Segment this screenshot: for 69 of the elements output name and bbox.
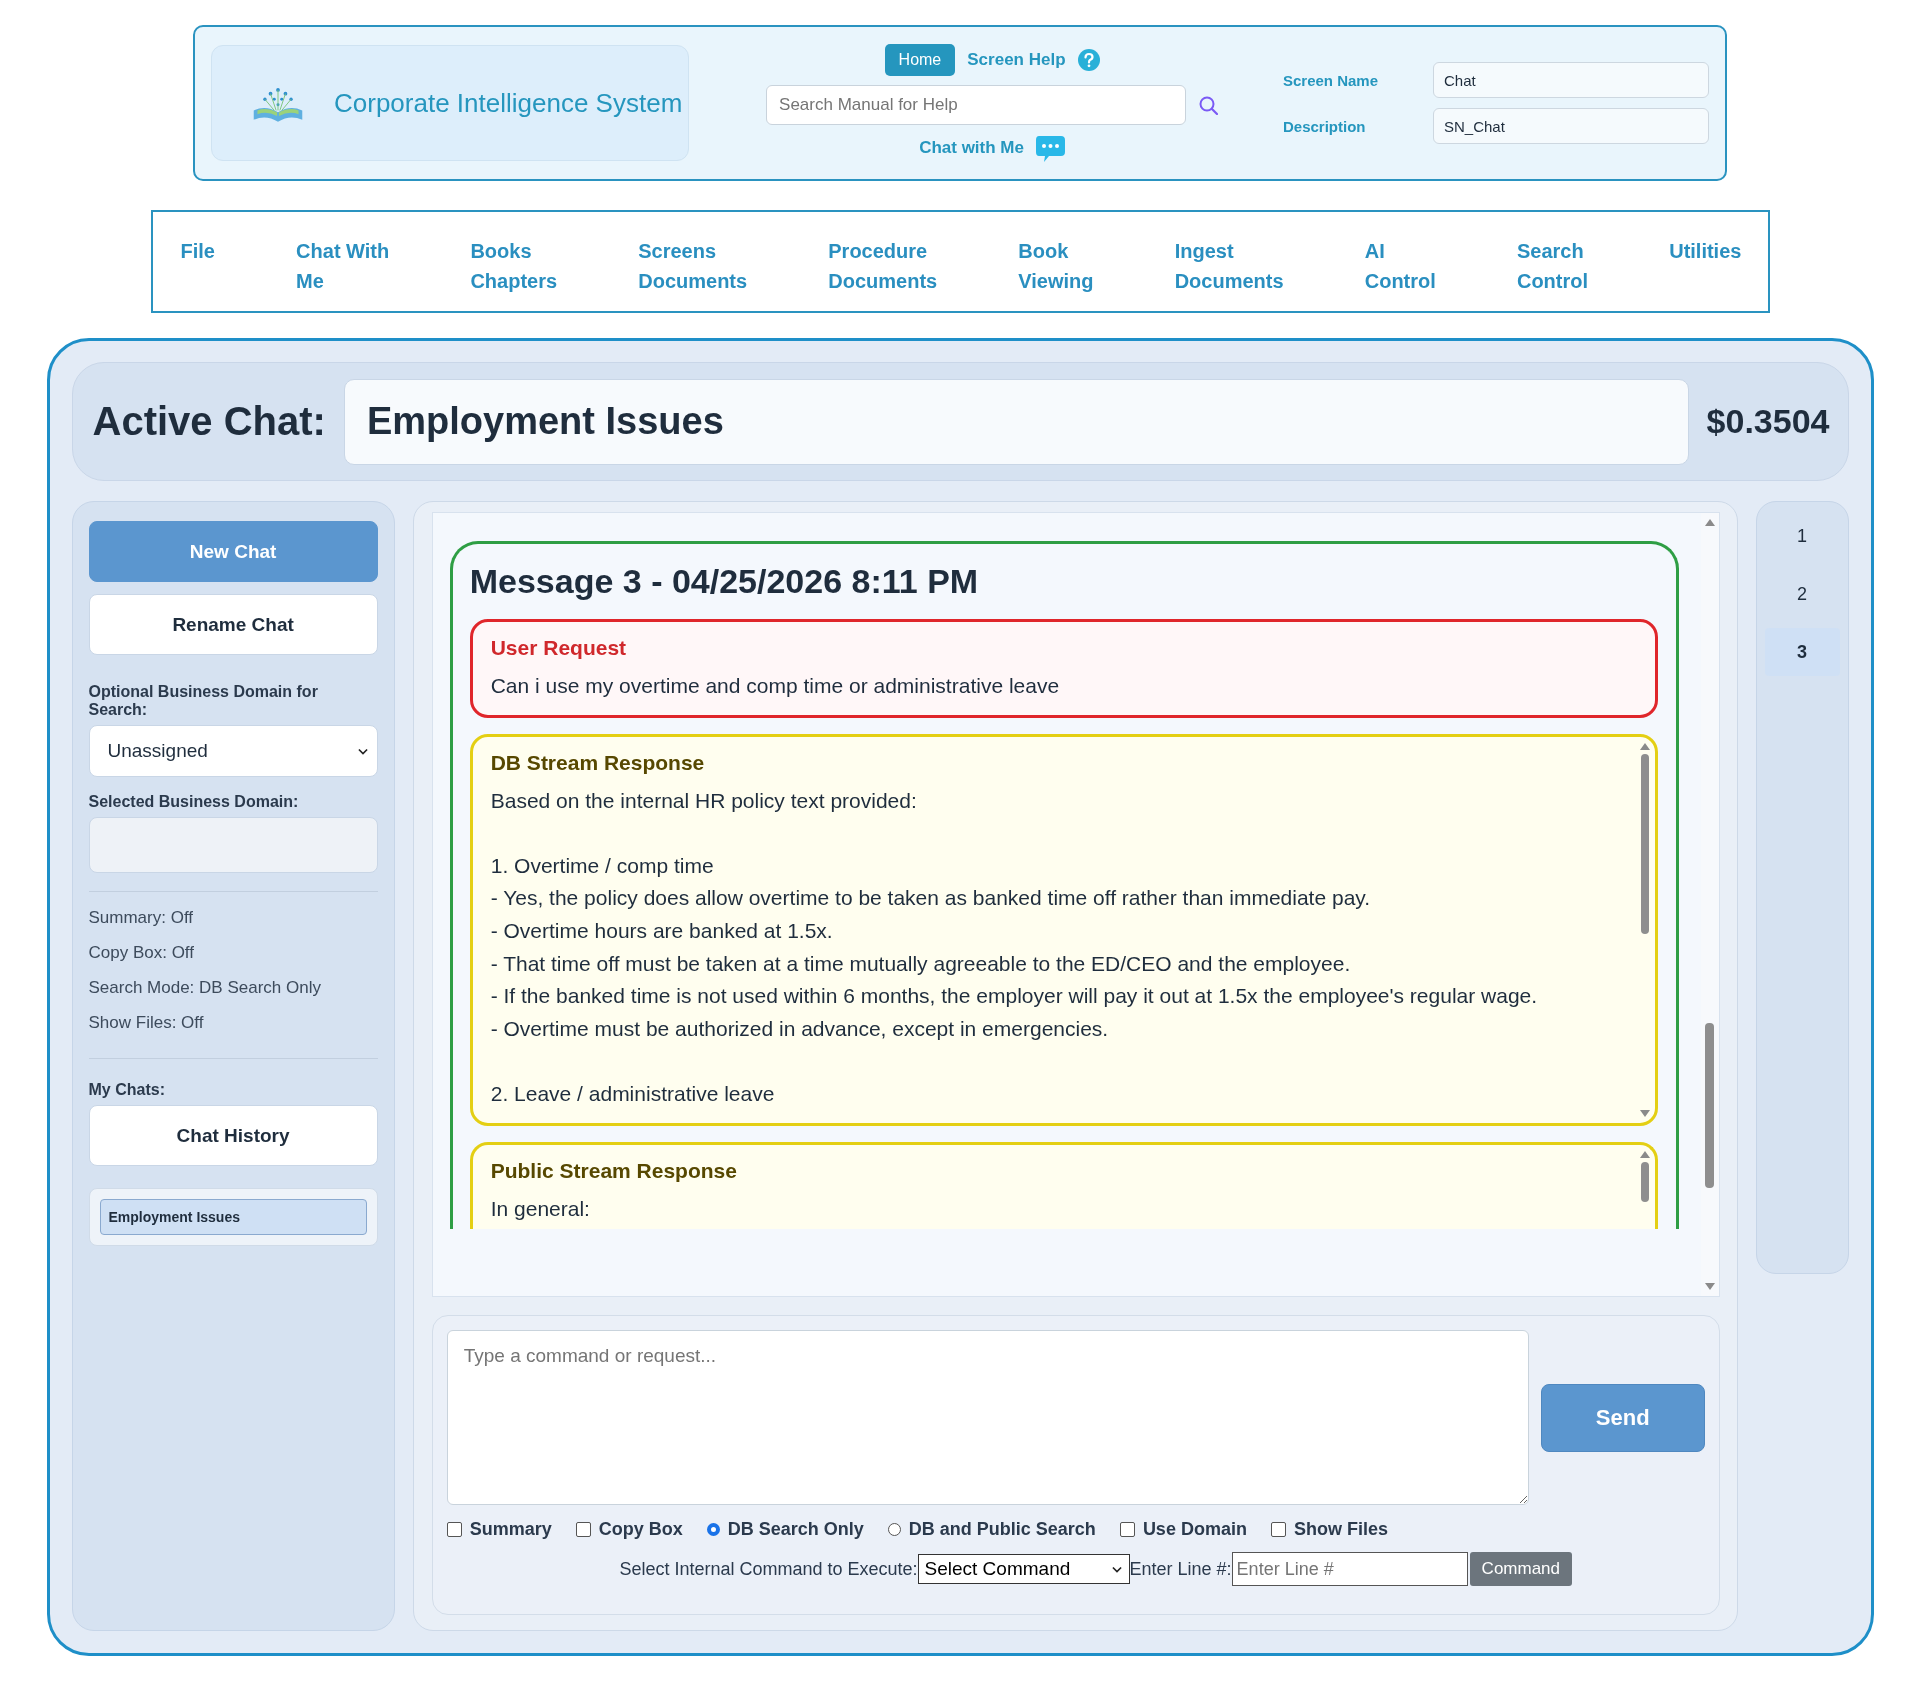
- menu-item[interactable]: Search Control: [1516, 236, 1589, 311]
- search-icon[interactable]: [1198, 95, 1219, 115]
- menu-item[interactable]: Procedure Documents: [828, 236, 938, 311]
- search-field[interactable]: Search Manual for Help: [766, 85, 1187, 125]
- cost-label: $0.3504: [1706, 402, 1830, 441]
- line-number-field[interactable]: Enter Line #: [1231, 1552, 1468, 1586]
- status-text: Summary: Off: [88, 907, 195, 929]
- chat-list-item[interactable]: Employment Issues: [99, 1199, 367, 1235]
- chat-history-button[interactable]: Chat History: [88, 1105, 378, 1166]
- menu-item[interactable]: AI Control: [1364, 236, 1436, 311]
- domain-select[interactable]: Unassigned: [88, 725, 378, 777]
- my-chats-label: My Chats:: [88, 1081, 166, 1099]
- radio-button[interactable]: [706, 1523, 720, 1536]
- option-label: Copy Box: [598, 1519, 683, 1540]
- message-input[interactable]: Type a command or request...: [446, 1330, 1529, 1505]
- menu-item[interactable]: Chat With Me: [296, 236, 390, 311]
- page-item[interactable]: 1: [1764, 512, 1840, 560]
- text-field[interactable]: SN_Chat: [1433, 108, 1709, 144]
- caret-icon: [356, 746, 369, 756]
- screen-help-link[interactable]: Screen Help: [967, 50, 1066, 70]
- app-title: Corporate Intelligence System: [334, 87, 683, 119]
- section-title: DB Stream Response: [490, 750, 706, 775]
- menu-item[interactable]: Books Chapters: [470, 236, 558, 311]
- section-title: User Request: [490, 636, 628, 660]
- selected-domain-field[interactable]: [88, 817, 378, 873]
- checkbox[interactable]: [1119, 1522, 1135, 1537]
- field-label: Description: [1283, 117, 1367, 135]
- menu-item[interactable]: Screens Documents: [638, 236, 748, 311]
- line-label: Enter Line #:: [1129, 1558, 1232, 1580]
- command-label: Select Internal Command to Execute:: [619, 1558, 918, 1580]
- field-label: Screen Name: [1283, 71, 1380, 89]
- domain-label: Optional Business Domain for Search:: [88, 683, 319, 719]
- option-label: Summary: [469, 1519, 552, 1540]
- checkbox[interactable]: [446, 1522, 462, 1537]
- page-item[interactable]: 3: [1764, 628, 1840, 676]
- section-text: In general:: [490, 1195, 591, 1222]
- section-title: Public Stream Response: [490, 1158, 738, 1183]
- home-button[interactable]: Home: [884, 44, 956, 76]
- menu-item[interactable]: Ingest Documents: [1174, 236, 1284, 311]
- menu-item[interactable]: Book Viewing: [1018, 236, 1094, 311]
- status-text: Search Mode: DB Search Only: [88, 977, 322, 999]
- status-text: Show Files: Off: [88, 1012, 205, 1034]
- page-item[interactable]: 2: [1764, 570, 1840, 618]
- new-chat-button[interactable]: New Chat: [88, 521, 378, 582]
- menu-item[interactable]: Utilities: [1669, 236, 1742, 311]
- message-title: Message 3 - 04/25/2026 8:11 PM: [469, 562, 980, 601]
- section-text: Can i use my overtime and comp time or administrative leave: [490, 673, 1061, 699]
- selected-domain-label: Selected Business Domain:: [88, 793, 300, 811]
- checkbox[interactable]: [1270, 1522, 1286, 1537]
- chat-title-field[interactable]: Employment Issues: [343, 378, 1689, 465]
- option-label: DB and Public Search: [908, 1519, 1096, 1540]
- command-button[interactable]: Command: [1469, 1552, 1573, 1586]
- radio-button[interactable]: [887, 1523, 901, 1536]
- rename-chat-button[interactable]: Rename Chat: [88, 594, 378, 655]
- send-button[interactable]: Send: [1540, 1383, 1705, 1452]
- help-icon[interactable]: [1077, 49, 1100, 71]
- menu-item[interactable]: File: [180, 236, 215, 311]
- caret-icon: [1110, 1564, 1123, 1574]
- scrollbar[interactable]: [1638, 742, 1651, 1117]
- checkbox[interactable]: [575, 1522, 591, 1537]
- section-text: Based on the internal HR policy text provided: 1. Overtime / comp time - Yes, the policy does allow overtime to be taken as banked time off rather than immediate pay. - Overtime hours are banked at 1.5x. - That time off must be taken at a time mutually agreeable to the ED/CEO and the employee. - If the banked time is not used within 6 months, the employer will pay it out at 1.5x the employee's regular wage. - Overtime must be authorized in advance, except in emergencies. 2. Leave / administrative leave: [490, 787, 1539, 1107]
- option-label: Show Files: [1293, 1519, 1388, 1540]
- active-chat-label: Active Chat:: [92, 399, 326, 444]
- chat-with-me-link[interactable]: Chat with Me: [919, 138, 1024, 158]
- option-label: DB Search Only: [727, 1519, 864, 1540]
- status-text: Copy Box: Off: [88, 942, 195, 964]
- command-select[interactable]: Select Command: [917, 1554, 1130, 1584]
- text-field[interactable]: Chat: [1433, 62, 1709, 98]
- option-label: Use Domain: [1142, 1519, 1247, 1540]
